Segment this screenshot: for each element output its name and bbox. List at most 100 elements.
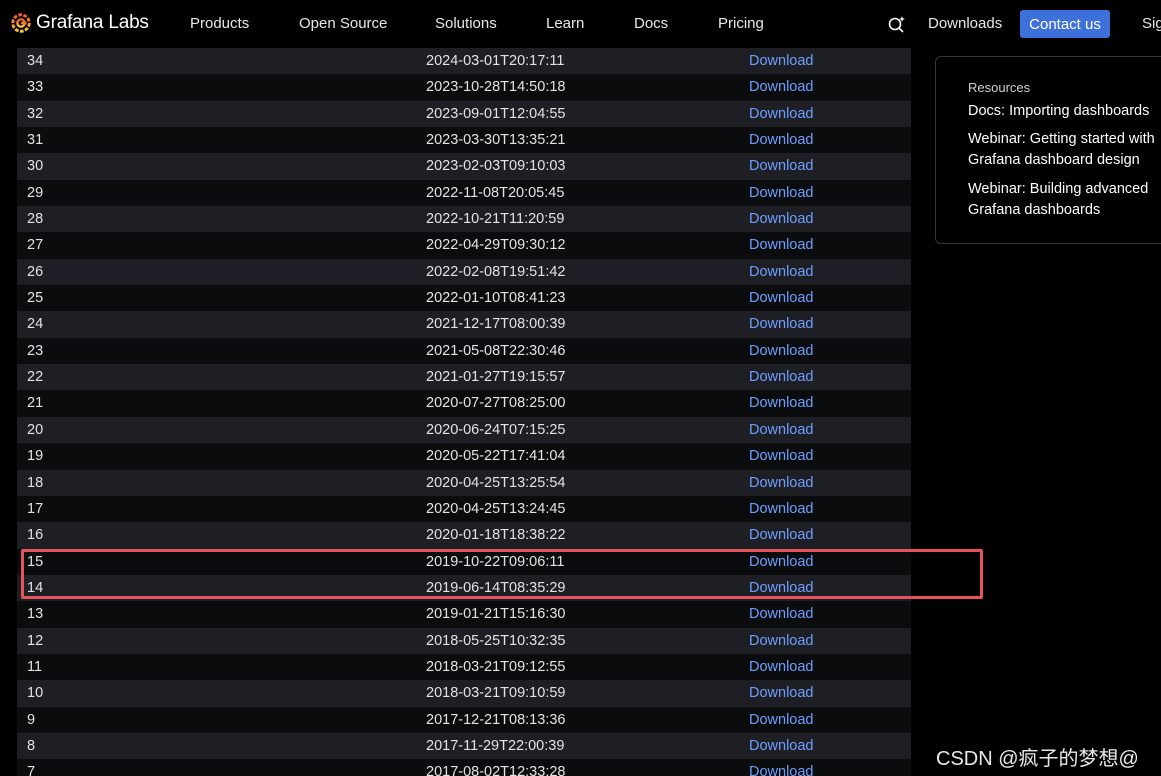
download-link[interactable]: Download <box>749 633 814 649</box>
brand-logo[interactable]: Grafana Labs <box>10 12 149 34</box>
contact-us-button[interactable]: Contact us <box>1020 10 1110 38</box>
download-link[interactable]: Download <box>749 448 814 464</box>
download-link[interactable]: Download <box>749 527 814 543</box>
download-link[interactable]: Download <box>749 264 814 280</box>
download-link[interactable]: Download <box>749 685 814 701</box>
date-cell: 2022-01-10T08:41:23 <box>426 290 566 307</box>
date-cell: 2021-01-27T19:15:57 <box>426 369 566 386</box>
download-link[interactable]: Download <box>749 290 814 306</box>
top-navigation: Grafana Labs Products Open Source Soluti… <box>0 0 1161 48</box>
version-cell: 30 <box>27 158 44 175</box>
resource-link-advanced-dashboards-webinar[interactable]: Webinar: Building advanced Grafana dashb… <box>968 179 1161 221</box>
date-cell: 2017-08-02T12:33:28 <box>426 764 566 776</box>
download-link[interactable]: Download <box>749 237 814 253</box>
download-link[interactable]: Download <box>749 395 814 411</box>
resource-link-getting-started-webinar[interactable]: Webinar: Getting started with Grafana da… <box>968 129 1161 171</box>
date-cell: 2020-04-25T13:24:45 <box>426 500 566 517</box>
release-table: 34 2024-03-01T20:17:11 Download 33 2023-10-2… <box>17 48 911 776</box>
download-link[interactable]: Download <box>749 712 814 728</box>
watermark: CSDN @疯子的梦想@ <box>936 748 1139 770</box>
download-link[interactable]: Download <box>749 475 814 491</box>
download-link[interactable]: Download <box>749 422 814 438</box>
download-link[interactable]: Download <box>749 211 814 227</box>
date-cell: 2024-03-01T20:17:11 <box>426 53 565 69</box>
nav-learn[interactable]: Learn <box>546 15 584 32</box>
download-link[interactable]: Download <box>749 369 814 385</box>
page: Grafana Labs Products Open Source Soluti… <box>0 0 1161 776</box>
version-cell: 33 <box>27 79 44 96</box>
table-row: 26 2022-02-08T19:51:42 Download <box>17 258 911 286</box>
download-link[interactable]: Download <box>749 53 814 69</box>
nav-docs[interactable]: Docs <box>634 15 668 32</box>
resource-link-importing-dashboards[interactable]: Docs: Importing dashboards <box>968 101 1161 122</box>
date-cell: 2020-05-22T17:41:04 <box>426 448 566 465</box>
date-cell: 2022-02-08T19:51:42 <box>426 263 566 280</box>
search-icon[interactable] <box>887 14 907 34</box>
table-row: 8 2017-11-29T22:00:39 Download <box>17 732 911 760</box>
version-cell: 31 <box>27 132 44 149</box>
resources-panel: Resources Docs: Importing dashboards Web… <box>935 56 1161 244</box>
version-cell: 29 <box>27 184 44 201</box>
date-cell: 2020-01-18T18:38:22 <box>426 527 566 544</box>
nav-solutions[interactable]: Solutions <box>435 15 497 32</box>
version-cell: 11 <box>27 658 43 675</box>
nav-products[interactable]: Products <box>190 15 249 32</box>
download-link[interactable]: Download <box>749 764 814 776</box>
download-link[interactable]: Download <box>749 158 814 174</box>
version-cell: 24 <box>27 316 44 333</box>
download-link[interactable]: Download <box>749 659 814 675</box>
table-row: 10 2018-03-21T09:10:59 Download <box>17 680 911 707</box>
table-row: 25 2022-01-10T08:41:23 Download <box>17 285 911 312</box>
download-link[interactable]: Download <box>749 185 814 201</box>
download-link[interactable]: Download <box>749 132 814 148</box>
version-cell: 34 <box>27 53 44 69</box>
table-row: 21 2020-07-27T08:25:00 Download <box>17 390 911 417</box>
date-cell: 2018-03-21T09:12:55 <box>426 658 566 675</box>
version-cell: 28 <box>27 211 44 228</box>
download-link[interactable]: Download <box>749 501 814 517</box>
table-row: 11 2018-03-21T09:12:55 Download <box>17 653 911 681</box>
version-cell: 21 <box>27 395 44 412</box>
date-cell: 2017-11-29T22:00:39 <box>426 737 565 754</box>
table-row: 27 2022-04-29T09:30:12 Download <box>17 232 911 259</box>
table-row: 33 2023-10-28T14:50:18 Download <box>17 74 911 101</box>
resources-heading: Resources <box>968 80 1031 95</box>
version-cell: 26 <box>27 263 44 280</box>
table-row: 9 2017-12-21T08:13:36 Download <box>17 706 911 733</box>
nav-open-source[interactable]: Open Source <box>299 15 387 32</box>
date-cell: 2021-12-17T08:00:39 <box>426 316 566 333</box>
download-link[interactable]: Download <box>749 606 814 622</box>
version-cell: 19 <box>27 448 44 465</box>
date-cell: 2022-10-21T11:20:59 <box>426 211 565 228</box>
nav-pricing[interactable]: Pricing <box>718 15 764 32</box>
date-cell: 2017-12-21T08:13:36 <box>426 711 566 728</box>
grafana-logo-icon <box>11 13 31 33</box>
date-cell: 2023-02-03T09:10:03 <box>426 158 566 175</box>
date-cell: 2021-05-08T22:30:46 <box>426 342 566 359</box>
version-cell: 7 <box>27 764 36 776</box>
version-cell: 23 <box>27 342 44 359</box>
brand-name: Grafana Labs <box>36 12 149 33</box>
version-cell: 13 <box>27 606 44 623</box>
table-row: 31 2023-03-30T13:35:21 Download <box>17 127 911 154</box>
table-row: 12 2018-05-25T10:32:35 Download <box>17 627 911 654</box>
table-row: 18 2020-04-25T13:25:54 Download <box>17 469 911 496</box>
date-cell: 2018-05-25T10:32:35 <box>426 632 566 649</box>
nav-downloads[interactable]: Downloads <box>928 15 1002 32</box>
version-cell: 16 <box>27 527 44 544</box>
date-cell: 2023-09-01T12:04:55 <box>426 105 566 122</box>
date-cell: 2018-03-21T09:10:59 <box>426 685 566 702</box>
table-row: 29 2022-11-08T20:05:45 Download <box>17 179 911 207</box>
download-link[interactable]: Download <box>749 316 814 332</box>
date-cell: 2019-01-21T15:16:30 <box>426 606 566 623</box>
download-link[interactable]: Download <box>749 106 814 122</box>
download-link[interactable]: Download <box>749 79 814 95</box>
date-cell: 2023-03-30T13:35:21 <box>426 132 566 149</box>
version-cell: 18 <box>27 474 44 491</box>
table-row: 32 2023-09-01T12:04:55 Download <box>17 100 911 128</box>
download-link[interactable]: Download <box>749 738 814 754</box>
download-link[interactable]: Download <box>749 343 814 359</box>
version-cell: 32 <box>27 105 44 122</box>
table-row: 22 2021-01-27T19:15:57 Download <box>17 364 911 391</box>
sign-in-link[interactable]: Sig <box>1142 15 1161 32</box>
